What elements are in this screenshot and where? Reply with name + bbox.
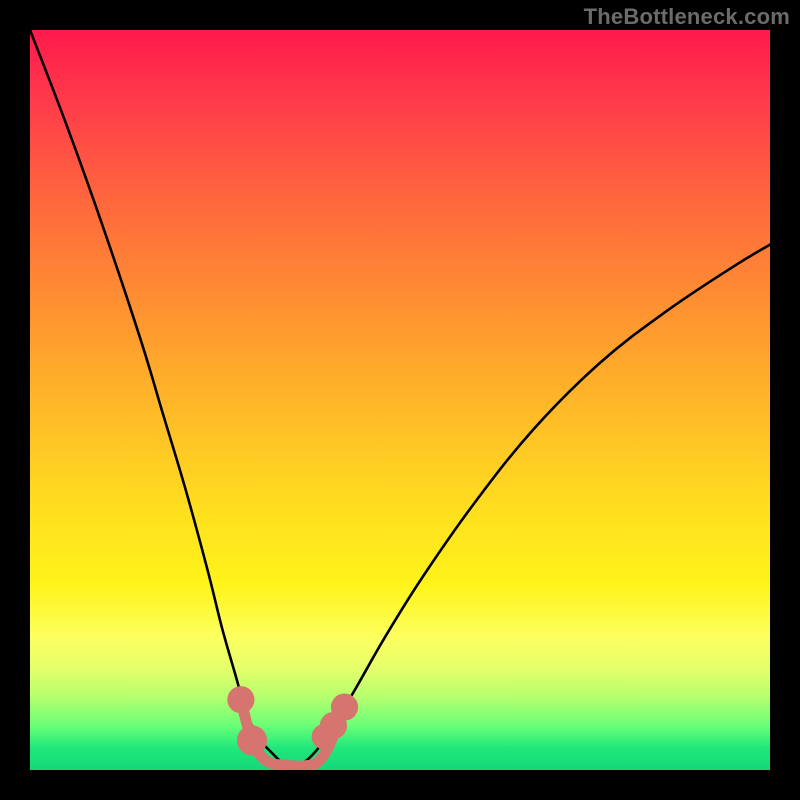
watermark-text: TheBottleneck.com	[584, 4, 790, 30]
trough-marker-dot	[227, 686, 254, 713]
curve-right	[289, 245, 770, 770]
chart-svg	[30, 30, 770, 770]
chart-frame: TheBottleneck.com	[0, 0, 800, 800]
trough-marker-dot	[331, 693, 358, 720]
chart-plot-area	[30, 30, 770, 770]
trough-marker-dot	[237, 725, 267, 755]
curve-left	[30, 30, 289, 770]
